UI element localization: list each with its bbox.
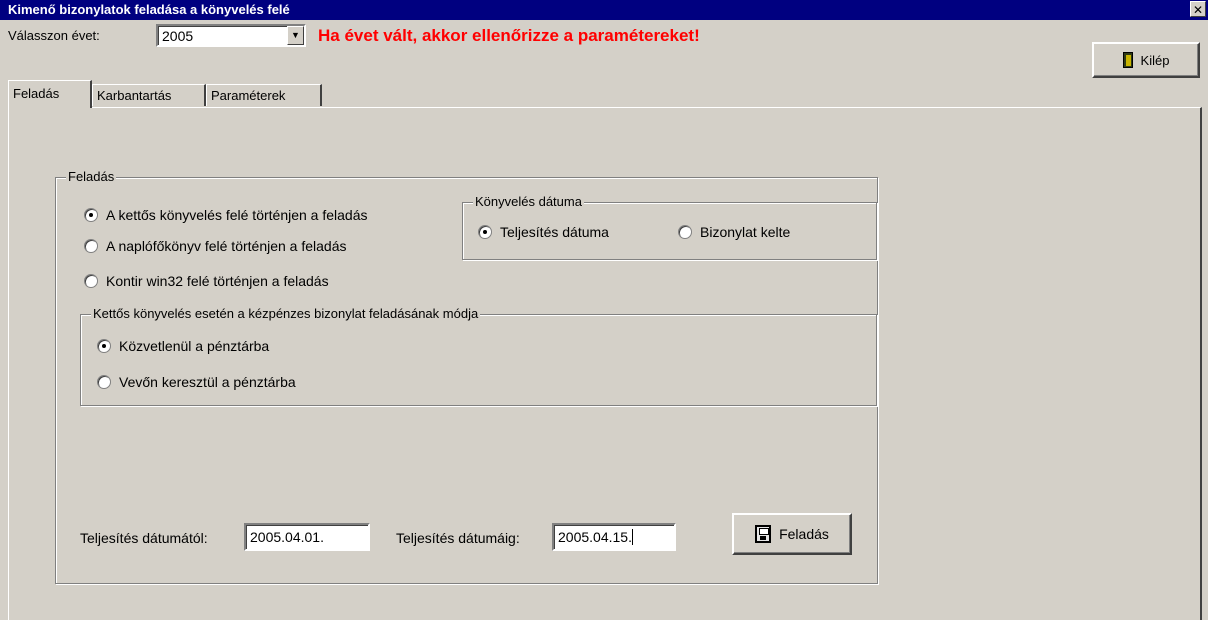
tab-label: Karbantartás	[97, 88, 172, 103]
feladas-group-title: Feladás	[66, 169, 117, 184]
date-from-label: Teljesítés dátumától:	[80, 530, 208, 546]
tab-label: Paraméterek	[211, 88, 286, 103]
window-title: Kimenő bizonylatok feladása a könyvelés …	[8, 2, 290, 17]
close-icon[interactable]: ✕	[1190, 1, 1206, 17]
radio-label: Közvetlenül a pénztárba	[119, 338, 270, 354]
date-to-value: 2005.04.15.	[558, 529, 632, 545]
radio-button-checked[interactable]	[84, 208, 98, 222]
date-to-field[interactable]: 2005.04.15.	[552, 523, 676, 551]
date-to-label: Teljesítés dátumáig:	[396, 530, 520, 546]
radio-button-checked[interactable]	[478, 225, 492, 239]
tab-parameterek[interactable]: Paraméterek	[206, 84, 322, 106]
radio-label: Teljesítés dátuma	[500, 224, 609, 240]
title-bar: Kimenő bizonylatok feladása a könyvelés …	[0, 0, 1208, 20]
tab-feladas[interactable]: Feladás	[8, 80, 92, 108]
radio-button[interactable]	[678, 225, 692, 239]
kezpenzes-feladas-modja-title: Kettős könyvelés esetén a kézpénzes bizo…	[91, 306, 481, 321]
exit-button-label: Kilép	[1140, 52, 1170, 68]
radio-label: A kettős könyvelés felé történjen a fela…	[106, 207, 368, 223]
radio-label: Bizonylat kelte	[700, 224, 791, 240]
radio-button[interactable]	[84, 239, 98, 253]
tab-label: Feladás	[13, 86, 60, 101]
konyveles-datuma-title: Könyvelés dátuma	[473, 194, 584, 209]
send-button[interactable]: Feladás	[732, 513, 852, 555]
year-select[interactable]: 2005 ▼	[156, 24, 306, 47]
text-caret	[631, 529, 633, 545]
date-from-field[interactable]: 2005.04.01.	[244, 523, 370, 551]
radio-teljesites-datuma[interactable]: Teljesítés dátuma	[478, 224, 609, 240]
kezpenzes-feladas-modja-groupbox: Kettős könyvelés esetén a kézpénzes bizo…	[80, 306, 877, 406]
radio-naplofokonyv[interactable]: A naplófőkönyv felé történjen a feladás	[84, 238, 347, 254]
send-button-label: Feladás	[779, 526, 829, 542]
radio-kozvetlenul-penztarba[interactable]: Közvetlenül a pénztárba	[97, 338, 269, 354]
tab-karbantartas[interactable]: Karbantartás	[92, 84, 206, 106]
exit-button[interactable]: Kilép	[1092, 42, 1200, 78]
year-select-value: 2005	[162, 28, 194, 44]
radio-kontir-win32[interactable]: Kontir win32 felé történjen a feladás	[84, 273, 329, 289]
radio-button[interactable]	[97, 375, 111, 389]
radio-vevon-keresztul[interactable]: Vevőn keresztül a pénztárba	[97, 374, 296, 390]
radio-label: Vevőn keresztül a pénztárba	[119, 374, 296, 390]
radio-button[interactable]	[84, 274, 98, 288]
radio-bizonylat-kelte[interactable]: Bizonylat kelte	[678, 224, 790, 240]
floppy-disk-icon	[755, 525, 772, 543]
door-icon	[1122, 52, 1133, 68]
radio-button-checked[interactable]	[97, 339, 111, 353]
year-change-warning: Ha évet vált, akkor ellenőrizze a paramé…	[318, 26, 700, 45]
year-label: Válasszon évet:	[8, 28, 100, 43]
chevron-down-icon[interactable]: ▼	[287, 26, 304, 45]
radio-kettos-konyveles[interactable]: A kettős könyvelés felé történjen a fela…	[84, 207, 368, 223]
radio-label: Kontir win32 felé történjen a feladás	[106, 273, 329, 289]
date-from-value: 2005.04.01.	[250, 529, 324, 545]
radio-label: A naplófőkönyv felé történjen a feladás	[106, 238, 347, 254]
